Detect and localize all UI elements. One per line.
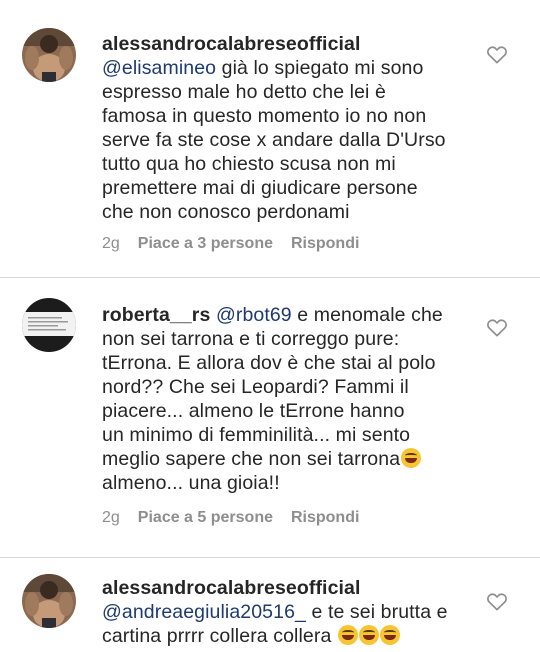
- comment-line: piacere... almeno le tErrone hanno: [102, 400, 405, 422]
- comment-line: e te sei brutta e: [305, 601, 448, 623]
- comment-meta: 2g Piace a 3 persone Rispondi: [102, 235, 359, 253]
- likes-count-link[interactable]: Piace a 5 persone: [138, 509, 273, 527]
- comment-line: meglio sapere che non sei tarrona: [102, 448, 401, 470]
- comment-line: serve fa ste cose x andare dalla D'Urso: [102, 129, 446, 151]
- grinning-squinting-face-emoji: [358, 625, 379, 645]
- comment-username[interactable]: alessandrocalabreseofficial: [102, 577, 361, 599]
- comment-line: e menomale che: [291, 304, 443, 326]
- comment-text: roberta__rs @rbot69 e menomale che non s…: [102, 303, 454, 495]
- comment-username[interactable]: alessandrocalabreseofficial: [102, 33, 361, 55]
- grinning-squinting-face-emoji: [379, 625, 400, 645]
- grinning-squinting-face-emoji: [401, 448, 422, 468]
- comment-line: tErrona. E allora dov è che stai al polo: [102, 352, 436, 374]
- comment-item: roberta__rs @rbot69 e menomale che non s…: [0, 280, 540, 550]
- avatar[interactable]: [22, 298, 76, 352]
- divider: [0, 277, 540, 278]
- avatar[interactable]: [22, 574, 76, 628]
- comment-text: alessandrocalabreseofficial @andreaegiul…: [102, 576, 454, 648]
- comment-line: che non conosco perdonami: [102, 201, 350, 223]
- heart-outline-icon[interactable]: [486, 44, 508, 64]
- comment-line: un minimo di femminilità... mi sento: [102, 424, 411, 446]
- reply-button[interactable]: Rispondi: [291, 235, 359, 253]
- comment-item: alessandrocalabreseofficial @elisamineo …: [0, 0, 540, 270]
- comment-line: nord?? Che sei Leopardi? Fammi il: [102, 376, 409, 398]
- likes-count-link[interactable]: Piace a 3 persone: [138, 235, 273, 253]
- heart-outline-icon[interactable]: [486, 591, 508, 611]
- comment-username[interactable]: roberta__rs: [102, 304, 210, 326]
- comment-line: espresso male ho detto che lei è: [102, 81, 386, 103]
- avatar[interactable]: [22, 28, 76, 82]
- comment-text: alessandrocalabreseofficial @elisamineo …: [102, 32, 454, 224]
- comment-line: cartina prrrr collera collera: [102, 625, 332, 647]
- comment-item: alessandrocalabreseofficial @andreaegiul…: [0, 560, 540, 652]
- comment-time: 2g: [102, 235, 120, 252]
- grinning-squinting-face-emoji: [337, 625, 358, 645]
- comment-time: 2g: [102, 509, 120, 526]
- divider: [0, 557, 540, 558]
- comment-line: già lo spiegato mi sono: [216, 57, 424, 79]
- comment-line: non sei tarrona e ti correggo pure:: [102, 328, 400, 350]
- comment-mention[interactable]: @rbot69: [216, 304, 292, 326]
- comment-meta: 2g Piace a 5 persone Rispondi: [102, 509, 359, 527]
- comment-mention[interactable]: @elisamineo: [102, 57, 216, 79]
- comment-line: tutto qua ho chiesto scusa non mi: [102, 153, 396, 175]
- comment-line: almeno... una gioia!!: [102, 472, 280, 494]
- comment-line: premettere mai di giudicare persone: [102, 177, 418, 199]
- reply-button[interactable]: Rispondi: [291, 509, 359, 527]
- comment-mention[interactable]: @andreaegiulia20516_: [102, 601, 306, 623]
- heart-outline-icon[interactable]: [486, 317, 508, 337]
- comment-line: famosa in questo momento io no non: [102, 105, 427, 127]
